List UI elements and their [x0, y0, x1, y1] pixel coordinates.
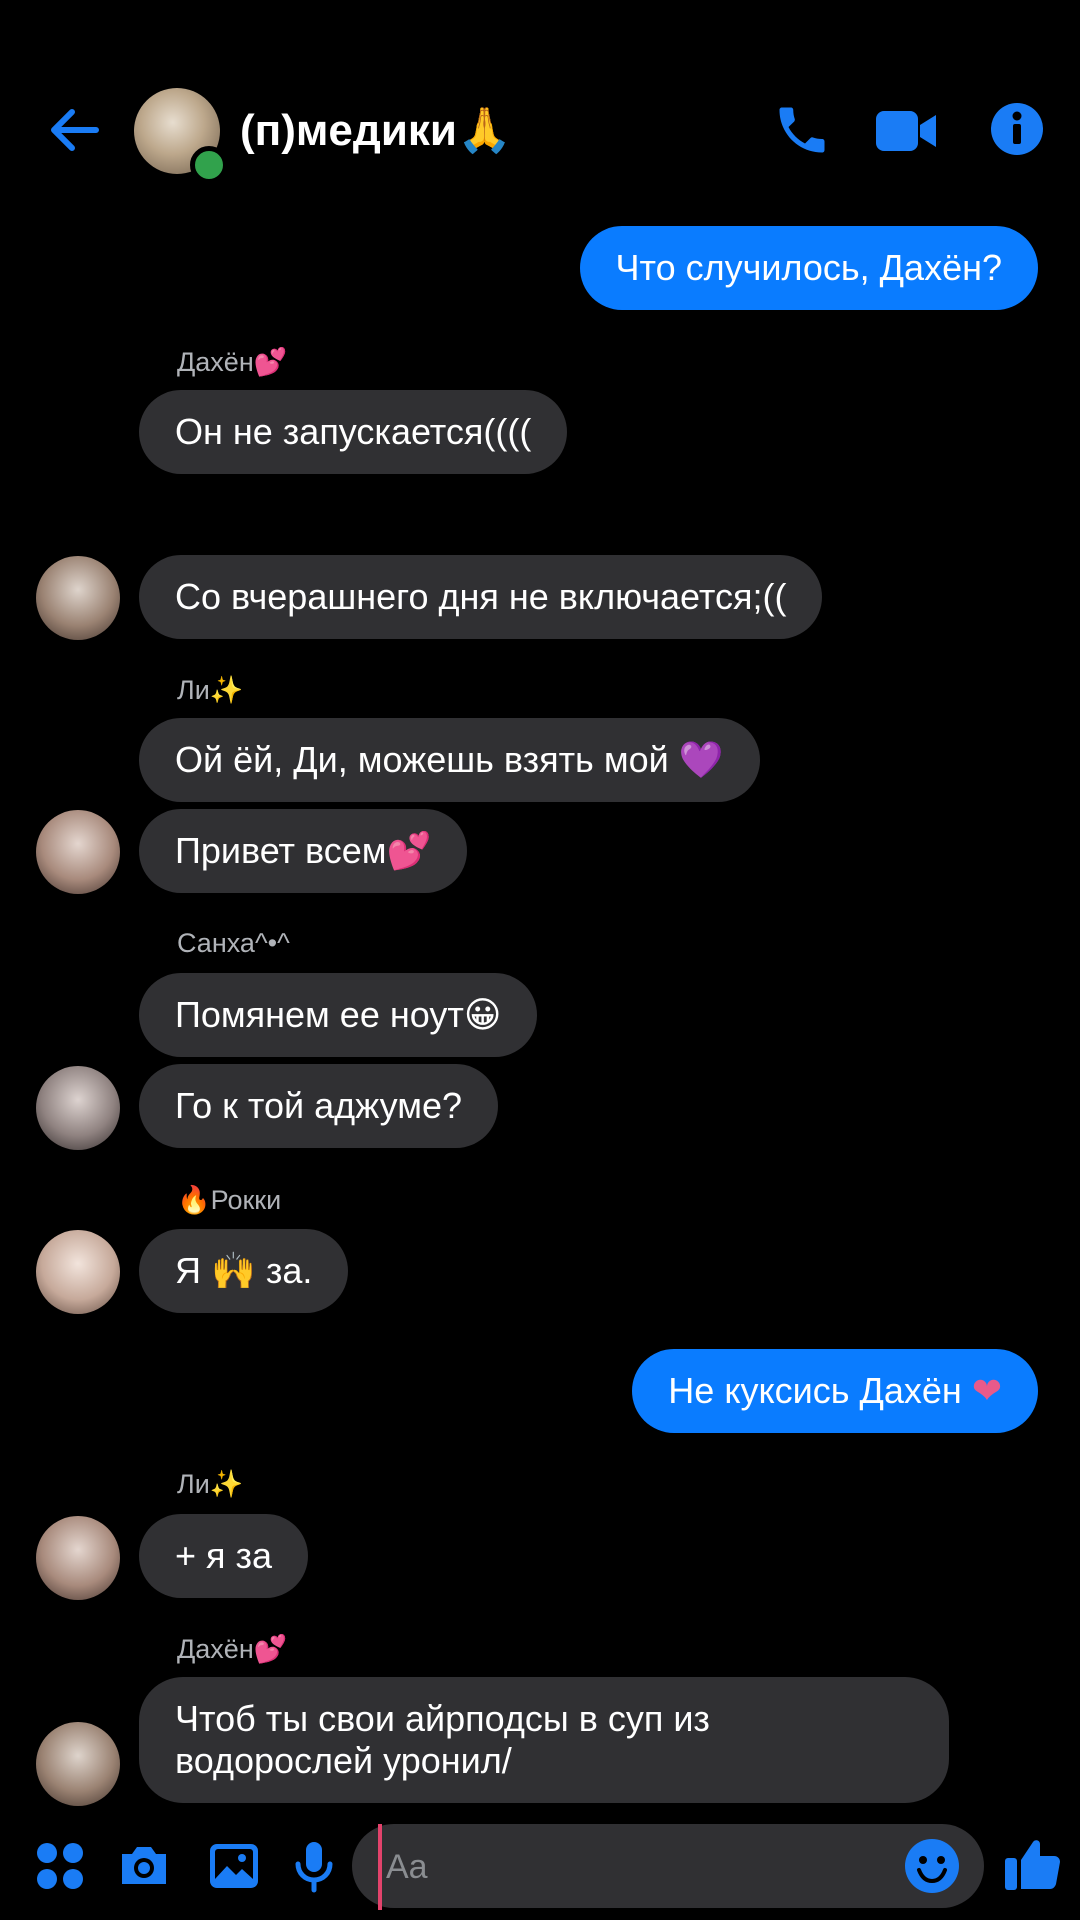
- gallery-icon[interactable]: [206, 1838, 262, 1894]
- message-text: + я за: [175, 1535, 273, 1576]
- avatar[interactable]: [36, 1722, 120, 1806]
- message-text: Что случилось, Дахён?: [615, 247, 1003, 288]
- avatar[interactable]: [36, 810, 120, 894]
- message-input[interactable]: [378, 1824, 868, 1910]
- thumbs-up-icon[interactable]: [1002, 1832, 1064, 1894]
- message-text: Го к той аджуме?: [175, 1085, 462, 1126]
- message-composer: [352, 1824, 984, 1910]
- microphone-icon[interactable]: [286, 1838, 342, 1894]
- message-incoming[interactable]: Ой ёй, Ди, можешь взять мой 💜: [139, 718, 760, 802]
- sender-name: Ли✨: [177, 1469, 244, 1499]
- avatar[interactable]: [36, 1516, 120, 1600]
- message-incoming[interactable]: Помянем ее ноут😀: [139, 973, 538, 1057]
- message-incoming[interactable]: Привет всем💕: [139, 809, 468, 893]
- message-text: Ой ёй, Ди, можешь взять мой: [175, 739, 669, 780]
- video-camera-icon[interactable]: [874, 108, 938, 154]
- camera-icon[interactable]: [116, 1838, 172, 1894]
- avatar[interactable]: [36, 1066, 120, 1150]
- message-text: Не куксись Дахён: [668, 1370, 962, 1411]
- message-text: Со вчерашнего дня не включается;((: [175, 576, 787, 617]
- conversation-title[interactable]: (п)медики🙏: [240, 104, 512, 156]
- message-incoming[interactable]: Чтоб ты свои айрподсы в суп из водоросле…: [139, 1677, 949, 1803]
- message-text: Привет всем💕: [175, 830, 432, 871]
- message-text: Он не запускается((((: [175, 411, 532, 452]
- message-incoming[interactable]: + я за: [139, 1514, 309, 1598]
- sender-name: Санха^•^: [177, 928, 290, 958]
- message-text: Чтоб ты свои айрподсы в суп из водоросле…: [175, 1698, 710, 1781]
- message-incoming[interactable]: Он не запускается((((: [139, 390, 568, 474]
- message-incoming[interactable]: Со вчерашнего дня не включается;((: [139, 555, 823, 639]
- back-arrow-icon[interactable]: [44, 100, 104, 160]
- message-text: Я 🙌 за.: [175, 1250, 313, 1291]
- message-text: Помянем ее ноут😀: [175, 994, 502, 1035]
- pink-heart-icon: ❤: [971, 1370, 1002, 1411]
- sender-name: Ли✨: [177, 675, 244, 705]
- message-incoming[interactable]: Го к той аджуме?: [139, 1064, 498, 1148]
- apps-menu-icon[interactable]: [32, 1838, 88, 1894]
- message-outgoing[interactable]: Не куксись Дахён ❤: [632, 1349, 1038, 1433]
- message-outgoing[interactable]: Что случилось, Дахён?: [579, 226, 1038, 310]
- message-incoming[interactable]: Я 🙌 за.: [139, 1229, 349, 1313]
- sender-name: Дахён💕: [177, 1634, 288, 1664]
- info-icon[interactable]: [990, 102, 1044, 156]
- emoji-icon[interactable]: [904, 1838, 960, 1894]
- online-status-indicator: [190, 146, 228, 184]
- sender-name: Дахён💕: [177, 347, 288, 377]
- avatar[interactable]: [36, 556, 120, 640]
- sender-name: 🔥Рокки: [177, 1185, 282, 1215]
- purple-heart-icon: 💜: [678, 739, 724, 780]
- phone-icon[interactable]: [772, 100, 832, 160]
- avatar[interactable]: [36, 1230, 120, 1314]
